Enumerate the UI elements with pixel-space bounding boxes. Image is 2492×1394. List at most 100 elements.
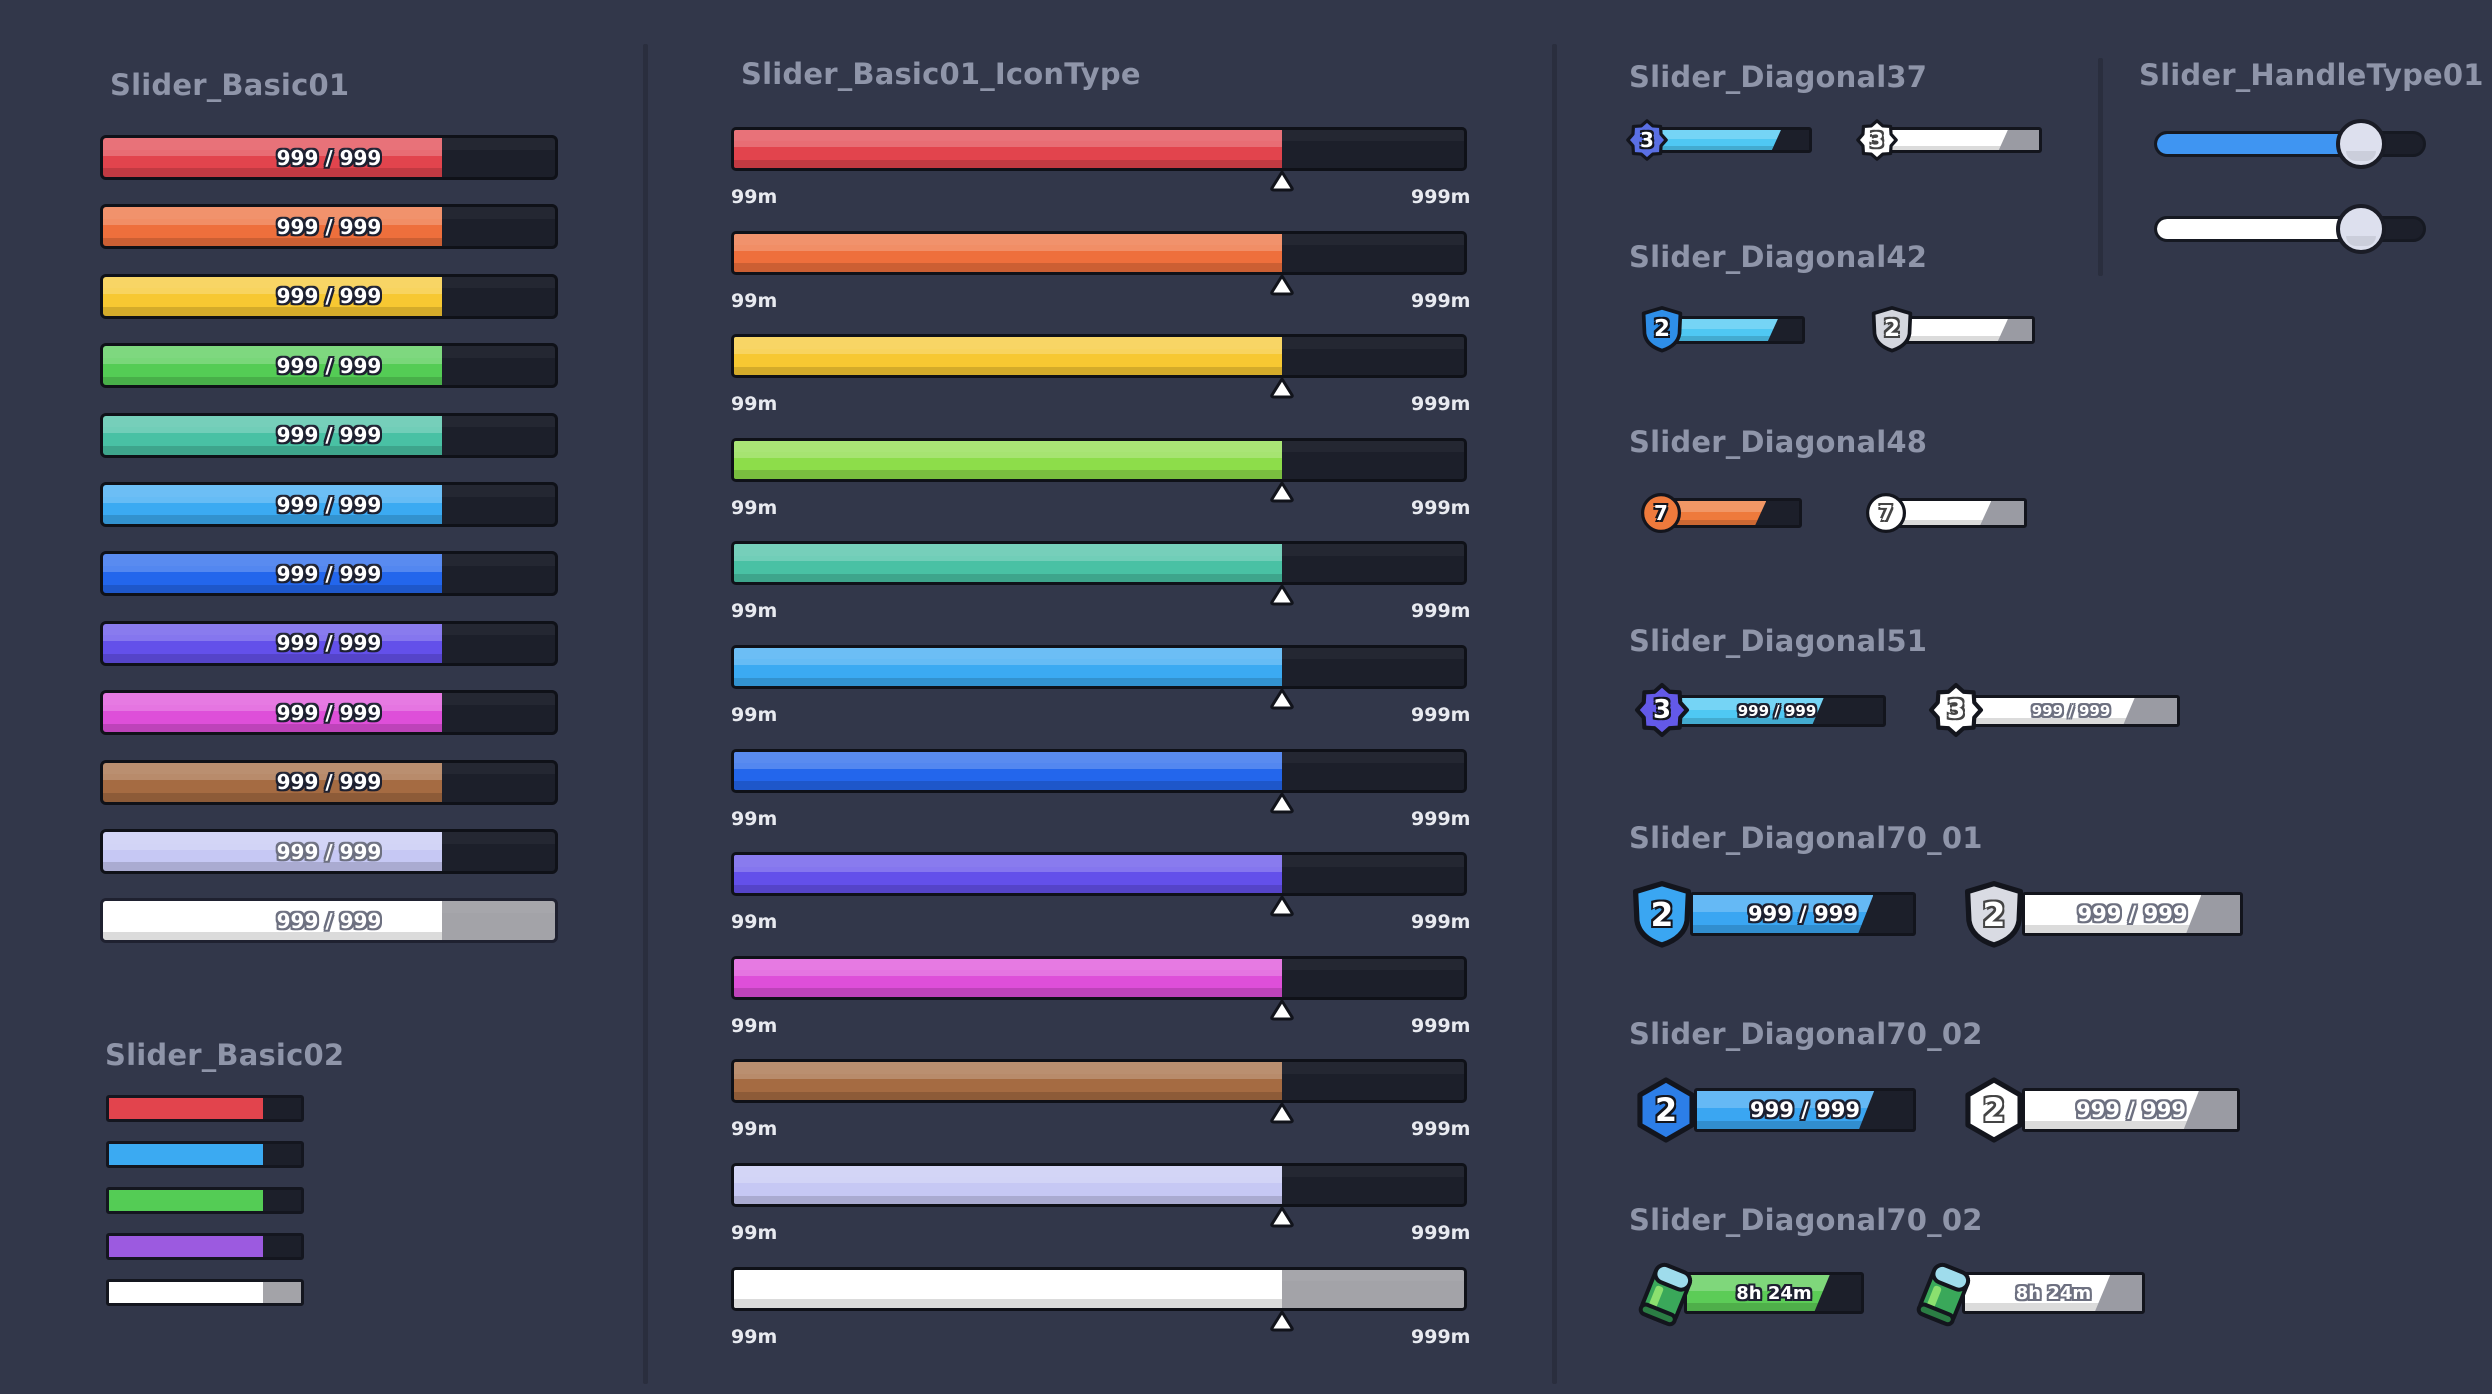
slider-icontype[interactable] [731, 748, 1467, 793]
slider-max-label: 999m [1411, 1222, 1471, 1244]
slider-diagonal[interactable]: 999 / 999 [1668, 695, 1886, 727]
slider-fill [734, 1062, 1282, 1101]
section-title-diagonal48: Slider_Diagonal48 [1629, 425, 1928, 459]
slider-basic01[interactable]: 999 / 999 [100, 204, 558, 250]
slider-diagonal[interactable] [1890, 498, 2027, 528]
slider-basic01[interactable]: 999 / 999 [100, 898, 558, 944]
slider-handle-knob[interactable] [2335, 204, 2386, 254]
slider-position-marker-icon[interactable] [1269, 895, 1295, 917]
level-badge-number: 7 [1654, 501, 1668, 525]
slider-fill [734, 855, 1282, 894]
slider-position-marker-icon[interactable] [1269, 999, 1295, 1021]
slider-position-marker-icon[interactable] [1269, 1102, 1295, 1124]
slider-position-marker-icon[interactable] [1269, 170, 1295, 192]
slider-icontype[interactable] [731, 437, 1467, 482]
slider-basic01[interactable]: 999 / 999 [100, 273, 558, 319]
slider-min-label: 99m [731, 186, 778, 208]
slider-value-label: 8h 24m [1736, 1282, 1812, 1304]
slider-icontype[interactable] [731, 1163, 1467, 1207]
level-badge-number: 2 [1654, 1091, 1678, 1129]
slider-icontype[interactable] [731, 230, 1467, 275]
slider-value-label: 999 / 999 [276, 700, 382, 725]
slider-diagonal[interactable]: 8h 24m [1962, 1272, 2145, 1314]
slider-basic02[interactable] [106, 1141, 304, 1168]
level-badge-number: 3 [1652, 695, 1672, 725]
slider-max-label: 999m [1411, 1325, 1471, 1348]
slider-diagonal[interactable]: 8h 24m [1684, 1272, 1864, 1314]
level-badge-number: 3 [1946, 695, 1966, 725]
slider-basic02[interactable] [106, 1187, 304, 1214]
slider-diagonal[interactable] [1880, 127, 2042, 153]
slider-fill [109, 1190, 263, 1211]
slider-max-label: 999m [1411, 186, 1471, 208]
slider-basic01[interactable]: 999 / 999 [100, 829, 558, 874]
slider-value-label: 999 / 999 [2077, 902, 2188, 926]
slider-diagonal[interactable]: 999 / 999 [1690, 892, 1916, 936]
section-title-diagonal37: Slider_Diagonal37 [1629, 60, 1928, 94]
slider-max-label: 999m [1411, 1118, 1471, 1141]
slider-diagonal[interactable]: 999 / 999 [1694, 1088, 1916, 1132]
slider-fill [734, 751, 1282, 790]
slider-fill [109, 1282, 263, 1303]
slider-icontype[interactable] [731, 852, 1467, 897]
slider-basic01[interactable]: 999 / 999 [100, 690, 558, 736]
slider-basic01[interactable]: 999 / 999 [100, 412, 558, 458]
slider-position-marker-icon[interactable] [1269, 584, 1295, 606]
section-title-handletype01: Slider_HandleType01 [2139, 58, 2484, 92]
slider-fill [2157, 134, 2349, 154]
slider-diagonal[interactable] [1665, 316, 1805, 344]
slider-position-marker-icon[interactable] [1269, 1206, 1295, 1228]
slider-basic01[interactable]: 999 / 999 [100, 343, 558, 389]
slider-value-label: 999 / 999 [2031, 702, 2111, 720]
slider-icontype[interactable] [731, 541, 1467, 586]
slider-min-label: 99m [731, 1325, 778, 1348]
slider-value-label: 999 / 999 [276, 561, 382, 586]
section-title-diagonal70-02: Slider_Diagonal70_02 [1629, 1017, 1983, 1051]
slider-fill [734, 440, 1282, 479]
column-divider-1 [643, 44, 648, 1384]
slider-diagonal[interactable]: 999 / 999 [2022, 892, 2243, 936]
slider-handle-knob[interactable] [2335, 119, 2386, 169]
slider-value-label: 999 / 999 [276, 423, 382, 448]
section-title-diagonal42: Slider_Diagonal42 [1629, 240, 1928, 274]
slider-diagonal[interactable] [1665, 498, 1802, 528]
slider-diagonal[interactable]: 999 / 999 [2022, 1088, 2240, 1132]
slider-position-marker-icon[interactable] [1269, 481, 1295, 503]
slider-diagonal[interactable]: 999 / 999 [1962, 695, 2180, 727]
level-badge-number: 3 [1640, 128, 1654, 152]
slider-min-label: 99m [731, 1118, 778, 1141]
column-divider-2 [1552, 44, 1557, 1384]
slider-basic01[interactable]: 999 / 999 [100, 551, 558, 597]
slider-diagonal[interactable] [1895, 316, 2035, 344]
slider-min-label: 99m [731, 911, 778, 934]
slider-position-marker-icon[interactable] [1269, 688, 1295, 710]
slider-max-label: 999m [1411, 600, 1471, 623]
slider-diagonal[interactable] [1650, 127, 1812, 153]
slider-position-marker-icon[interactable] [1269, 377, 1295, 399]
slider-value-label: 999 / 999 [1750, 1098, 1860, 1122]
slider-position-marker-icon[interactable] [1269, 274, 1295, 296]
slider-fill [2157, 219, 2349, 239]
slider-icontype[interactable] [731, 1059, 1467, 1104]
slider-icontype[interactable] [731, 1266, 1467, 1311]
slider-value-label: 999 / 999 [276, 284, 382, 309]
slider-value-label: 999 / 999 [2076, 1098, 2186, 1122]
slider-icontype[interactable] [731, 127, 1467, 171]
slider-basic02[interactable] [106, 1279, 304, 1306]
slider-basic01[interactable]: 999 / 999 [100, 482, 558, 527]
slider-icontype[interactable] [731, 645, 1467, 689]
slider-position-marker-icon[interactable] [1269, 792, 1295, 814]
slider-basic01[interactable]: 999 / 999 [100, 135, 558, 180]
slider-min-label: 99m [731, 496, 778, 519]
slider-icontype[interactable] [731, 334, 1467, 379]
slider-basic02[interactable] [106, 1095, 304, 1122]
slider-fill [734, 233, 1282, 272]
slider-basic01[interactable]: 999 / 999 [100, 620, 558, 666]
level-badge-number: 2 [1982, 1091, 2006, 1129]
slider-position-marker-icon[interactable] [1269, 1310, 1295, 1332]
slider-basic01[interactable]: 999 / 999 [100, 759, 558, 805]
slider-fill [1893, 501, 1991, 525]
slider-min-label: 99m [731, 1014, 778, 1037]
slider-basic02[interactable] [106, 1233, 304, 1260]
slider-icontype[interactable] [731, 955, 1467, 1000]
